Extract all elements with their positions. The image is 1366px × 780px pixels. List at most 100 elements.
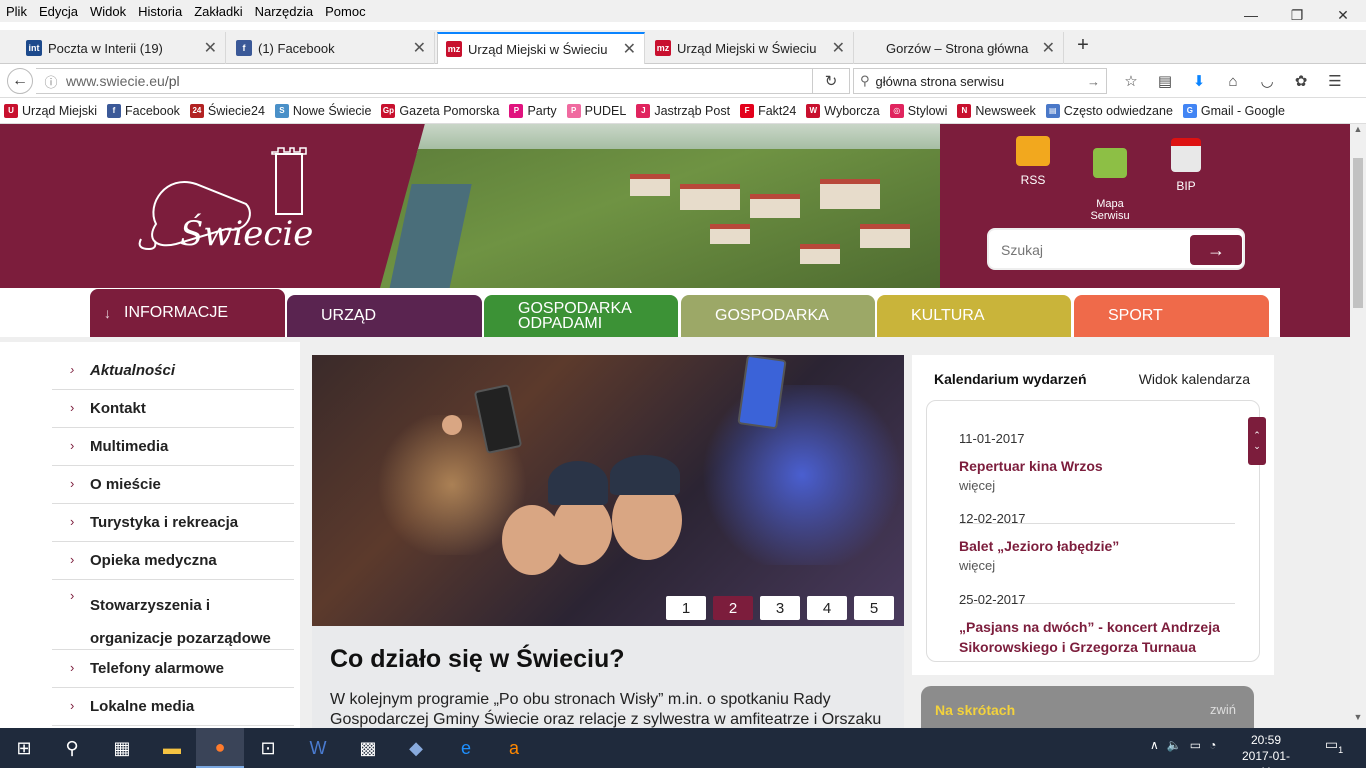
start-button[interactable]: ⊞	[0, 728, 48, 768]
volume-icon[interactable]: 🔈	[1167, 738, 1182, 752]
downloads-icon[interactable]: ⬇	[1182, 68, 1216, 94]
bookmark-item[interactable]: Gp Gazeta Pomorska	[381, 103, 499, 118]
maximize-button[interactable]: ❐	[1274, 0, 1320, 30]
calendar-view-link[interactable]: Widok kalendarza	[1139, 371, 1250, 387]
battery-icon[interactable]: ▭	[1190, 738, 1201, 752]
event-title[interactable]: „Pasjans na dwóch” - koncert Andrzeja Si…	[959, 617, 1235, 657]
sidebar-item-media[interactable]: › Lokalne media	[52, 688, 294, 726]
site-search-button[interactable]: →	[1190, 235, 1242, 265]
bookmark-star-icon[interactable]: ☆	[1114, 68, 1148, 94]
new-tab-button[interactable]: +	[1070, 34, 1096, 57]
site-logo[interactable]: Świecie	[180, 214, 313, 254]
scroll-up-icon[interactable]: ▲	[1350, 124, 1366, 140]
bookmark-item[interactable]: P PUDEL	[566, 103, 626, 118]
url-bar[interactable]: ⓘ www.swiecie.eu/pl	[36, 68, 850, 94]
bookmark-item[interactable]: W Wyborcza	[806, 103, 880, 118]
page-scrollbar[interactable]: ▲ ▼	[1350, 124, 1366, 728]
bookmark-item[interactable]: ◎ Stylowi	[889, 103, 947, 118]
site-map-link[interactable]: Mapa Serwisu	[1082, 136, 1138, 222]
slider-page-button[interactable]: 5	[854, 596, 894, 620]
menu-5[interactable]: Narzędzia	[249, 4, 320, 19]
sidebar-item-kontakt[interactable]: › Kontakt	[52, 390, 294, 428]
file-explorer[interactable]: ▬	[148, 728, 196, 768]
minimize-button[interactable]: —	[1228, 0, 1274, 30]
tab-close-icon[interactable]: ✕	[1042, 38, 1055, 58]
shortcuts-collapse[interactable]: zwiń	[1210, 702, 1236, 717]
sidebar-item-telefony[interactable]: › Telefony alarmowe	[52, 650, 294, 688]
notes-app[interactable]: ◆	[392, 728, 440, 768]
slider-page-button[interactable]: 2	[713, 596, 753, 620]
close-window-button[interactable]: ✕	[1320, 0, 1366, 30]
bookmark-item[interactable]: J Jastrząb Post	[636, 103, 730, 118]
bookmark-item[interactable]: F Fakt24	[740, 103, 796, 118]
menu-1[interactable]: Edycja	[33, 4, 84, 19]
slider-page-button[interactable]: 4	[807, 596, 847, 620]
notifications-icon[interactable]: ▭1	[1322, 736, 1346, 760]
clock[interactable]: 20:59 2017-01-11	[1236, 732, 1296, 780]
pocket-icon[interactable]: ◡	[1250, 68, 1284, 94]
menu-6[interactable]: Pomoc	[319, 4, 371, 19]
sidebar-item-stowarzyszenia[interactable]: › Stowarzyszenia i organizacje pozarządow…	[52, 580, 294, 650]
tab-kultura[interactable]: KULTURA	[877, 295, 1071, 337]
calendar-scroll-icon[interactable]: ⌃ ⌄	[1248, 417, 1266, 465]
slide-image[interactable]: 12345	[312, 355, 904, 626]
site-search-input[interactable]	[1001, 242, 1171, 258]
bookmark-item[interactable]: P Party	[509, 103, 557, 118]
bookmark-item[interactable]: 24 Świecie24	[189, 103, 265, 118]
sidebar-item-aktualnosci[interactable]: › Aktualności	[52, 352, 294, 390]
article-title[interactable]: Co działo się w Świeciu?	[330, 645, 625, 674]
store-app[interactable]: ⊡	[244, 728, 292, 768]
tab-urzad[interactable]: URZĄD	[287, 295, 482, 337]
browser-tab-0[interactable]: int Poczta w Interii (19) ✕	[18, 32, 226, 64]
extension-icon[interactable]: ✿	[1284, 68, 1318, 94]
firefox-app[interactable]: ●	[196, 728, 244, 768]
edge-app[interactable]: e	[442, 728, 490, 768]
sidebar-item-opieka[interactable]: › Opieka medyczna	[52, 542, 294, 580]
browser-tab-4[interactable]: Gorzów – Strona główna ✕	[856, 32, 1064, 64]
slider-page-button[interactable]: 1	[666, 596, 706, 620]
tab-informacje[interactable]: ↓ INFORMACJE	[90, 289, 285, 337]
bookmark-item[interactable]: S Nowe Świecie	[274, 103, 371, 118]
tab-gospodarka-odpadami[interactable]: GOSPODARKA ODPADAMI	[484, 295, 678, 337]
scroll-thumb[interactable]	[1353, 158, 1363, 308]
slider-page-button[interactable]: 3	[760, 596, 800, 620]
info-icon[interactable]: ⓘ	[36, 72, 66, 91]
menu-3[interactable]: Historia	[132, 4, 188, 19]
bookmark-item[interactable]: G Gmail - Google	[1182, 103, 1285, 118]
menu-icon[interactable]: ☰	[1318, 68, 1352, 94]
browser-tab-1[interactable]: f (1) Facebook ✕	[228, 32, 435, 64]
sidebar-item-multimedia[interactable]: › Multimedia	[52, 428, 294, 466]
event-more-link[interactable]: więcej	[959, 478, 1235, 493]
chevron-up-icon[interactable]: ∧	[1150, 738, 1159, 752]
bookmark-item[interactable]: N Newsweek	[957, 103, 1036, 118]
network-icon[interactable]: ◔	[1209, 738, 1216, 752]
scroll-down-icon[interactable]: ▼	[1350, 712, 1366, 728]
tab-close-icon[interactable]: ✕	[832, 38, 845, 58]
sidebar-item-o-miescie[interactable]: › O mieście	[52, 466, 294, 504]
search-button[interactable]: ⚲	[48, 728, 96, 768]
tab-close-icon[interactable]: ✕	[413, 38, 426, 58]
event-title[interactable]: Balet „Jezioro łabędzie”	[959, 536, 1235, 556]
calendar-app[interactable]: ▦	[98, 728, 146, 768]
avast-app[interactable]: a	[490, 728, 538, 768]
event-more-link[interactable]: więcej	[959, 558, 1235, 573]
word-app[interactable]: W	[294, 728, 342, 768]
reload-button[interactable]: ↻	[812, 68, 850, 94]
tab-close-icon[interactable]: ✕	[204, 38, 217, 58]
browser-tab-3[interactable]: mz Urząd Miejski w Świeciu ✕	[647, 32, 854, 64]
menu-0[interactable]: Plik	[0, 4, 33, 19]
calculator-app[interactable]: ▩	[344, 728, 392, 768]
bookmark-item[interactable]: U Urząd Miejski	[4, 103, 97, 118]
menu-4[interactable]: Zakładki	[188, 4, 248, 19]
menu-2[interactable]: Widok	[84, 4, 132, 19]
home-icon[interactable]: ⌂	[1216, 68, 1250, 94]
rss-link[interactable]: RSS	[1011, 136, 1055, 186]
sidebar-item-turystyka[interactable]: › Turystyka i rekreacja	[52, 504, 294, 542]
bip-link[interactable]: BIP	[1166, 138, 1206, 192]
bookmark-item[interactable]: f Facebook	[107, 103, 180, 118]
back-button[interactable]: ←	[7, 68, 33, 94]
reading-list-icon[interactable]: ▤	[1148, 68, 1182, 94]
search-go-icon[interactable]: →	[1087, 74, 1100, 89]
tab-gospodarka[interactable]: GOSPODARKA	[681, 295, 875, 337]
event-title[interactable]: Repertuar kina Wrzos	[959, 456, 1235, 476]
